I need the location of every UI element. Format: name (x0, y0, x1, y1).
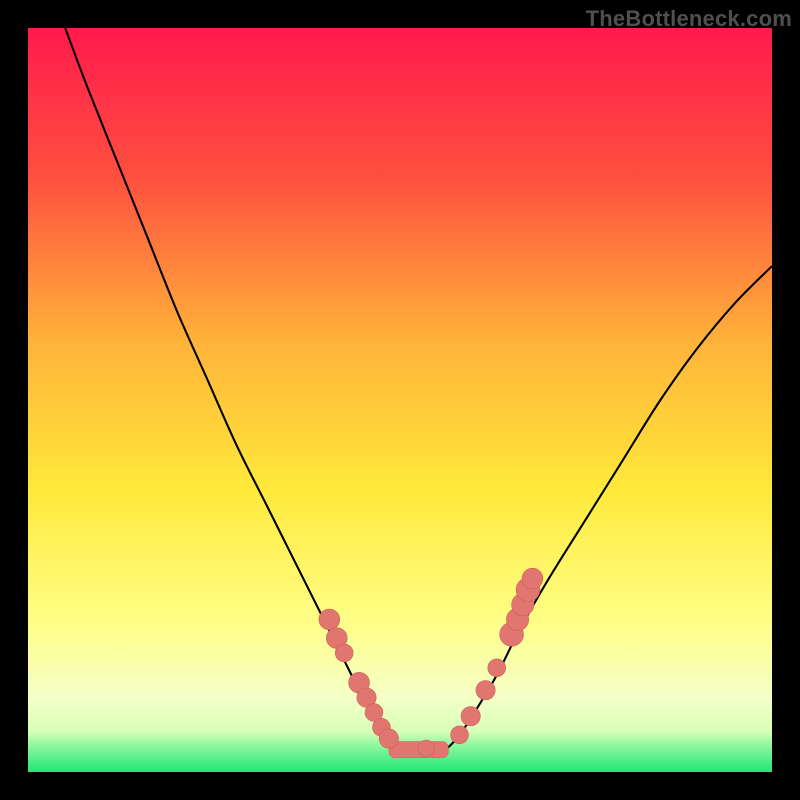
data-marker (418, 740, 434, 756)
data-marker (379, 729, 398, 748)
data-marker (461, 707, 480, 726)
watermark-text: TheBottleneck.com (586, 6, 792, 32)
data-marker (319, 609, 340, 630)
data-marker (476, 680, 495, 699)
chart-frame (28, 28, 772, 772)
data-marker (488, 659, 506, 677)
data-marker (335, 644, 353, 662)
bottleneck-chart (28, 28, 772, 772)
data-marker (522, 568, 543, 589)
data-marker (451, 726, 469, 744)
